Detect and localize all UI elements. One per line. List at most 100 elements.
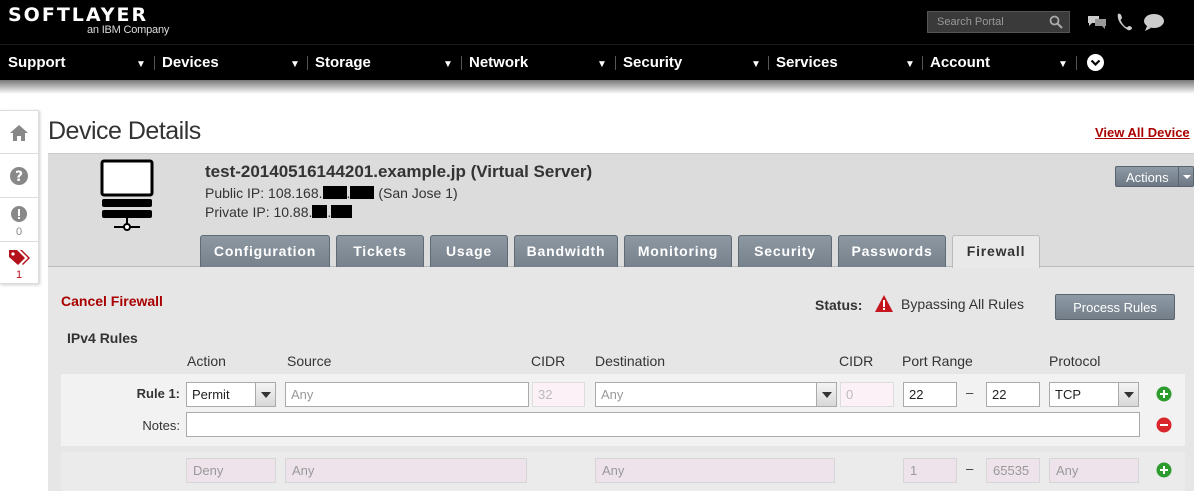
device-name: test-20140516144201.example.jp (Virtual … [205,162,593,181]
nav-support[interactable]: Support [8,45,66,81]
alerts-count: 0 [15,226,23,238]
nav-devices[interactable]: Devices [162,45,219,81]
col-port-range: Port Range [902,353,973,369]
nav-services[interactable]: Services [776,45,838,81]
nav-storage[interactable]: Storage [315,45,371,81]
col-source: Source [287,353,332,369]
chevron-down-icon[interactable]: ▼ [136,45,146,81]
chevron-down-icon[interactable]: ▼ [443,45,453,81]
add-rule-icon[interactable] [1156,462,1172,478]
nav-network[interactable]: Network [469,45,528,81]
view-all-devices-link[interactable]: View All Device [1095,125,1190,140]
status-label: Status: [815,297,863,313]
nav-label: Security [623,54,683,71]
destination-select[interactable]: Any [595,382,837,407]
notes-input[interactable] [186,412,1140,437]
destination-cidr-input[interactable]: 0 [840,382,894,407]
phone-icon[interactable] [1117,13,1133,31]
private-ip-label: Private IP: 10.88. [205,204,313,220]
ipv4-rules-heading: IPv4 Rules [67,330,138,346]
nav-divider [1076,56,1077,70]
rule-1-label: Rule 1: [136,386,180,401]
actions-label: Actions [1126,170,1169,185]
tab-security[interactable]: Security [738,235,832,267]
tab-tickets[interactable]: Tickets [336,235,424,267]
notes-label: Notes: [142,418,180,433]
alert-icon [11,206,27,222]
redacted-block [312,205,328,218]
more-menu-icon[interactable] [1087,54,1104,71]
cancel-firewall-link[interactable]: Cancel Firewall [61,293,163,309]
chevron-down-icon[interactable] [816,383,836,406]
tab-firewall[interactable]: Firewall [952,235,1040,268]
nav-label: Account [930,54,990,71]
chevron-down-icon[interactable] [1178,167,1193,186]
nav-divider [615,56,616,70]
add-rule-icon[interactable] [1156,386,1172,402]
tab-configuration[interactable]: Configuration [200,235,330,267]
main-nav: Support ▼ Devices ▼ Storage ▼ Network ▼ … [0,44,1194,80]
col-protocol: Protocol [1049,353,1101,369]
home-button[interactable] [0,111,38,154]
redacted-block [331,205,353,218]
tab-bandwidth[interactable]: Bandwidth [514,235,618,267]
nav-security[interactable]: Security [623,45,682,81]
chevron-down-icon[interactable]: ▼ [290,45,300,81]
datacenter: (San Jose 1) [378,185,458,201]
protocol-select[interactable]: TCP [1049,382,1139,407]
redacted-block [322,186,347,199]
softlayer-logo[interactable]: SOFTLAYER [8,4,148,26]
nav-divider [154,56,155,70]
home-icon [10,125,28,141]
action-select[interactable]: Permit [186,382,276,407]
search-placeholder: Search Portal [937,16,1004,28]
status-text: Bypassing All Rules [901,296,1024,312]
help-button[interactable]: ? [0,155,38,198]
left-rail: ? 0 1 [0,110,39,284]
port-dash: – [966,461,974,476]
nav-label: Support [8,54,66,71]
chevron-down-icon[interactable]: ▼ [905,45,915,81]
tags-icon [9,250,30,265]
tab-passwords[interactable]: Passwords [838,235,946,267]
chevron-down-icon[interactable]: ▼ [751,45,761,81]
redacted-block [350,186,375,199]
chevron-down-icon[interactable]: ▼ [597,45,607,81]
nav-label: Storage [315,54,371,71]
warning-icon [875,295,893,312]
nav-account[interactable]: Account [930,45,990,81]
protocol-value: TCP [1055,387,1081,402]
top-bar: SOFTLAYER an IBM Company Search Portal [0,0,1194,44]
svg-text:?: ? [15,169,23,185]
nav-divider [307,56,308,70]
col-source-cidr: CIDR [531,353,566,369]
default-port-from: 1 [903,458,957,483]
nav-divider [922,56,923,70]
action-value: Permit [192,387,230,402]
chevron-down-icon[interactable]: ▼ [1058,45,1068,81]
source-cidr-input[interactable]: 32 [532,382,585,407]
tab-usage[interactable]: Usage [430,235,508,267]
chevron-down-icon[interactable] [255,383,275,406]
nav-label: Devices [162,54,219,71]
tags-count: 1 [15,269,23,281]
source-input[interactable]: Any [285,382,529,407]
nav-label: Network [469,54,529,71]
col-action: Action [187,353,226,369]
help-icon: ? [10,167,28,185]
chevron-down-icon[interactable] [1118,383,1138,406]
search-input[interactable]: Search Portal [927,11,1070,33]
feedback-icon[interactable] [1143,13,1165,31]
default-destination: Any [595,458,835,483]
chat-icon[interactable] [1087,13,1107,31]
server-icon [100,159,154,231]
remove-rule-icon[interactable] [1156,417,1172,433]
public-ip: Public IP: 108.168.. (San Jose 1) [205,185,458,201]
public-ip-label: Public IP: 108.168. [205,185,323,201]
port-from-input[interactable]: 22 [903,382,957,407]
port-to-input[interactable]: 22 [986,382,1040,407]
process-rules-button[interactable]: Process Rules [1055,294,1175,320]
actions-button[interactable]: Actions [1115,166,1194,187]
tab-monitoring[interactable]: Monitoring [624,235,732,267]
search-icon[interactable] [1049,15,1063,29]
